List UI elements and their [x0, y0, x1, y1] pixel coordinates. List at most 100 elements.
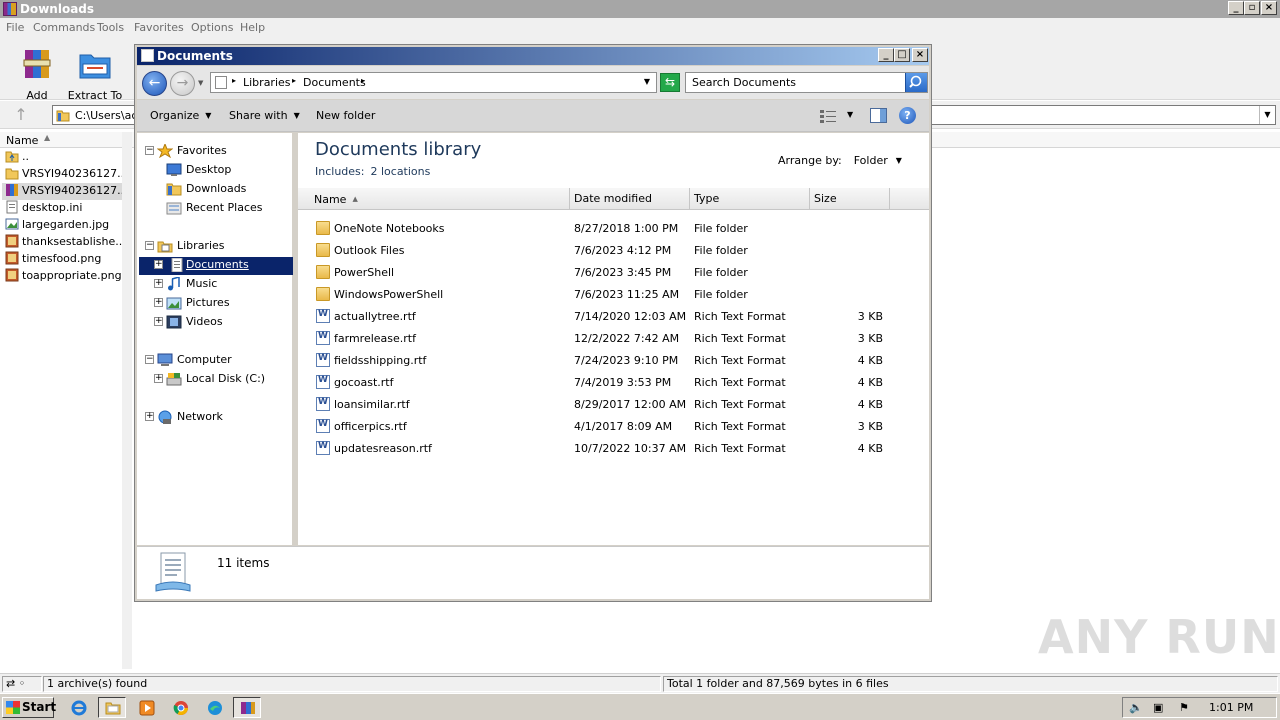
share-with-menu[interactable]: Share with ▼ [229, 109, 300, 122]
refresh-button[interactable]: ⇆ [660, 73, 680, 92]
taskbar-chrome[interactable] [166, 697, 194, 718]
address-dropdown-icon[interactable]: ▼ [644, 77, 650, 86]
tree-item-label: Recent Places [186, 201, 263, 214]
list-item[interactable]: toappropriate.png [5, 268, 122, 285]
minimize-button[interactable]: _ [1228, 1, 1244, 15]
includes-locations-link[interactable]: 2 locations [370, 165, 430, 178]
collapse-icon[interactable]: − [145, 241, 154, 250]
tree-item-desktop[interactable]: Desktop [145, 162, 293, 180]
list-item[interactable]: thanksestablishe... [5, 234, 122, 251]
file-row[interactable]: actuallytree.rtf 7/14/2020 12:03 AM Rich… [298, 305, 929, 327]
file-row[interactable]: PowerShell 7/6/2023 3:45 PM File folder [298, 261, 929, 283]
expand-icon[interactable]: + [154, 279, 163, 288]
breadcrumb-separator-icon[interactable]: ▸ [232, 76, 236, 85]
column-date-modified[interactable]: Date modified [570, 188, 690, 210]
expand-icon[interactable]: + [145, 412, 154, 421]
taskbar-internet-explorer[interactable] [64, 697, 92, 718]
minimize-button[interactable]: _ [878, 48, 894, 62]
network-tray-icon[interactable]: ▣ [1153, 701, 1167, 715]
organize-menu[interactable]: Organize ▼ [150, 109, 211, 122]
list-item[interactable]: desktop.ini [5, 200, 122, 217]
recent-pages-dropdown-icon[interactable]: ▼ [198, 79, 203, 87]
file-row[interactable]: updatesreason.rtf 10/7/2022 10:37 AM Ric… [298, 437, 929, 459]
action-center-flag-icon[interactable]: ⚑ [1179, 701, 1193, 715]
tree-item-downloads[interactable]: Downloads [145, 181, 293, 199]
tree-item-network[interactable]: + Network [145, 409, 293, 427]
file-row[interactable]: gocoast.rtf 7/4/2019 3:53 PM Rich Text F… [298, 371, 929, 393]
help-icon[interactable]: ? [899, 107, 916, 124]
back-button[interactable]: ← [142, 71, 167, 96]
up-folder-icon [5, 151, 19, 163]
list-item[interactable]: VRSYI940236127... [5, 166, 122, 183]
tree-item-pictures[interactable]: + Pictures [154, 295, 293, 313]
menu-file[interactable]: File [6, 21, 24, 34]
volume-icon[interactable]: 🔈 [1129, 701, 1143, 715]
menu-options[interactable]: Options [191, 21, 233, 34]
search-button[interactable] [905, 73, 927, 92]
extract-folder-icon [79, 54, 111, 79]
tree-item-videos[interactable]: + Videos [154, 314, 293, 332]
file-row[interactable]: Outlook Files 7/6/2023 4:12 PM File fold… [298, 239, 929, 261]
close-button[interactable]: × [912, 48, 928, 62]
taskbar-media-player[interactable] [132, 697, 160, 718]
maximize-button[interactable]: □ [894, 48, 910, 62]
restore-button[interactable]: ▫ [1244, 1, 1260, 15]
tree-item-music[interactable]: + Music [154, 276, 293, 294]
menu-commands[interactable]: Commands [33, 21, 95, 34]
add-button[interactable]: Add [7, 46, 67, 102]
up-one-level-button[interactable]: ↑ [10, 105, 32, 124]
collapse-icon[interactable]: − [145, 146, 154, 155]
list-item[interactable]: .. [5, 149, 122, 166]
menu-favorites[interactable]: Favorites [134, 21, 184, 34]
file-row[interactable]: loansimilar.rtf 8/29/2017 12:00 AM Rich … [298, 393, 929, 415]
path-dropdown-icon[interactable]: ▼ [1259, 106, 1275, 124]
column-name[interactable]: Name [6, 134, 38, 147]
change-view-icon[interactable] [819, 108, 837, 124]
arrange-by-value[interactable]: Folder [854, 154, 888, 167]
search-input[interactable] [686, 73, 906, 92]
column-name[interactable]: Name ▲ [298, 188, 570, 210]
start-button[interactable]: Start [2, 697, 56, 718]
menu-help[interactable]: Help [240, 21, 265, 34]
breadcrumb-separator-icon[interactable]: ▸ [292, 76, 296, 85]
breadcrumb[interactable]: ▸ Libraries ▸ Documents ▸ ▼ [210, 72, 657, 93]
breadcrumb-documents[interactable]: Documents [303, 76, 366, 89]
file-row[interactable]: fieldsshipping.rtf 7/24/2023 9:10 PM Ric… [298, 349, 929, 371]
chevron-down-icon[interactable]: ▼ [896, 156, 902, 165]
tree-item-computer[interactable]: − Computer [145, 352, 293, 370]
expand-icon[interactable]: + [154, 298, 163, 307]
file-row[interactable]: OneNote Notebooks 8/27/2018 1:00 PM File… [298, 217, 929, 239]
view-options-dropdown-icon[interactable]: ▼ [847, 110, 853, 119]
forward-button[interactable]: → [170, 71, 195, 96]
expand-icon[interactable]: + [154, 374, 163, 383]
taskbar-edge[interactable] [200, 697, 228, 718]
clock[interactable]: 1:01 PM [1209, 701, 1253, 714]
expand-icon[interactable]: + [154, 317, 163, 326]
close-button[interactable]: × [1261, 1, 1277, 15]
file-size: 4 KB [857, 354, 883, 367]
winrar-splitter[interactable] [122, 132, 132, 669]
preview-pane-icon[interactable] [870, 108, 887, 123]
taskbar-file-explorer[interactable] [98, 697, 126, 718]
tree-item-favorites[interactable]: − Favorites [145, 143, 293, 161]
tree-item-libraries[interactable]: − Libraries [145, 238, 293, 256]
list-item[interactable]: timesfood.png [5, 251, 122, 268]
breadcrumb-libraries[interactable]: Libraries [243, 76, 291, 89]
extract-to-button[interactable]: Extract To [65, 46, 125, 102]
list-item[interactable]: largegarden.jpg [5, 217, 122, 234]
collapse-icon[interactable]: − [145, 355, 154, 364]
new-folder-button[interactable]: New folder [316, 109, 375, 122]
menu-tools[interactable]: Tools [97, 21, 124, 34]
taskbar-winrar[interactable] [233, 697, 261, 718]
column-size[interactable]: Size [810, 188, 890, 210]
file-row[interactable]: farmrelease.rtf 12/2/2022 7:42 AM Rich T… [298, 327, 929, 349]
tree-item-recent-places[interactable]: Recent Places [145, 200, 293, 218]
tree-item-documents[interactable]: + Documents [139, 257, 293, 275]
tree-item-local-disk[interactable]: + Local Disk (C:) [154, 371, 293, 389]
file-row[interactable]: WindowsPowerShell 7/6/2023 11:25 AM File… [298, 283, 929, 305]
expand-icon[interactable]: + [154, 260, 163, 269]
column-type[interactable]: Type [690, 188, 810, 210]
list-item[interactable]: VRSYI940236127... [2, 183, 129, 200]
file-row[interactable]: officerpics.rtf 4/1/2017 8:09 AM Rich Te… [298, 415, 929, 437]
breadcrumb-separator-icon[interactable]: ▸ [361, 76, 365, 85]
